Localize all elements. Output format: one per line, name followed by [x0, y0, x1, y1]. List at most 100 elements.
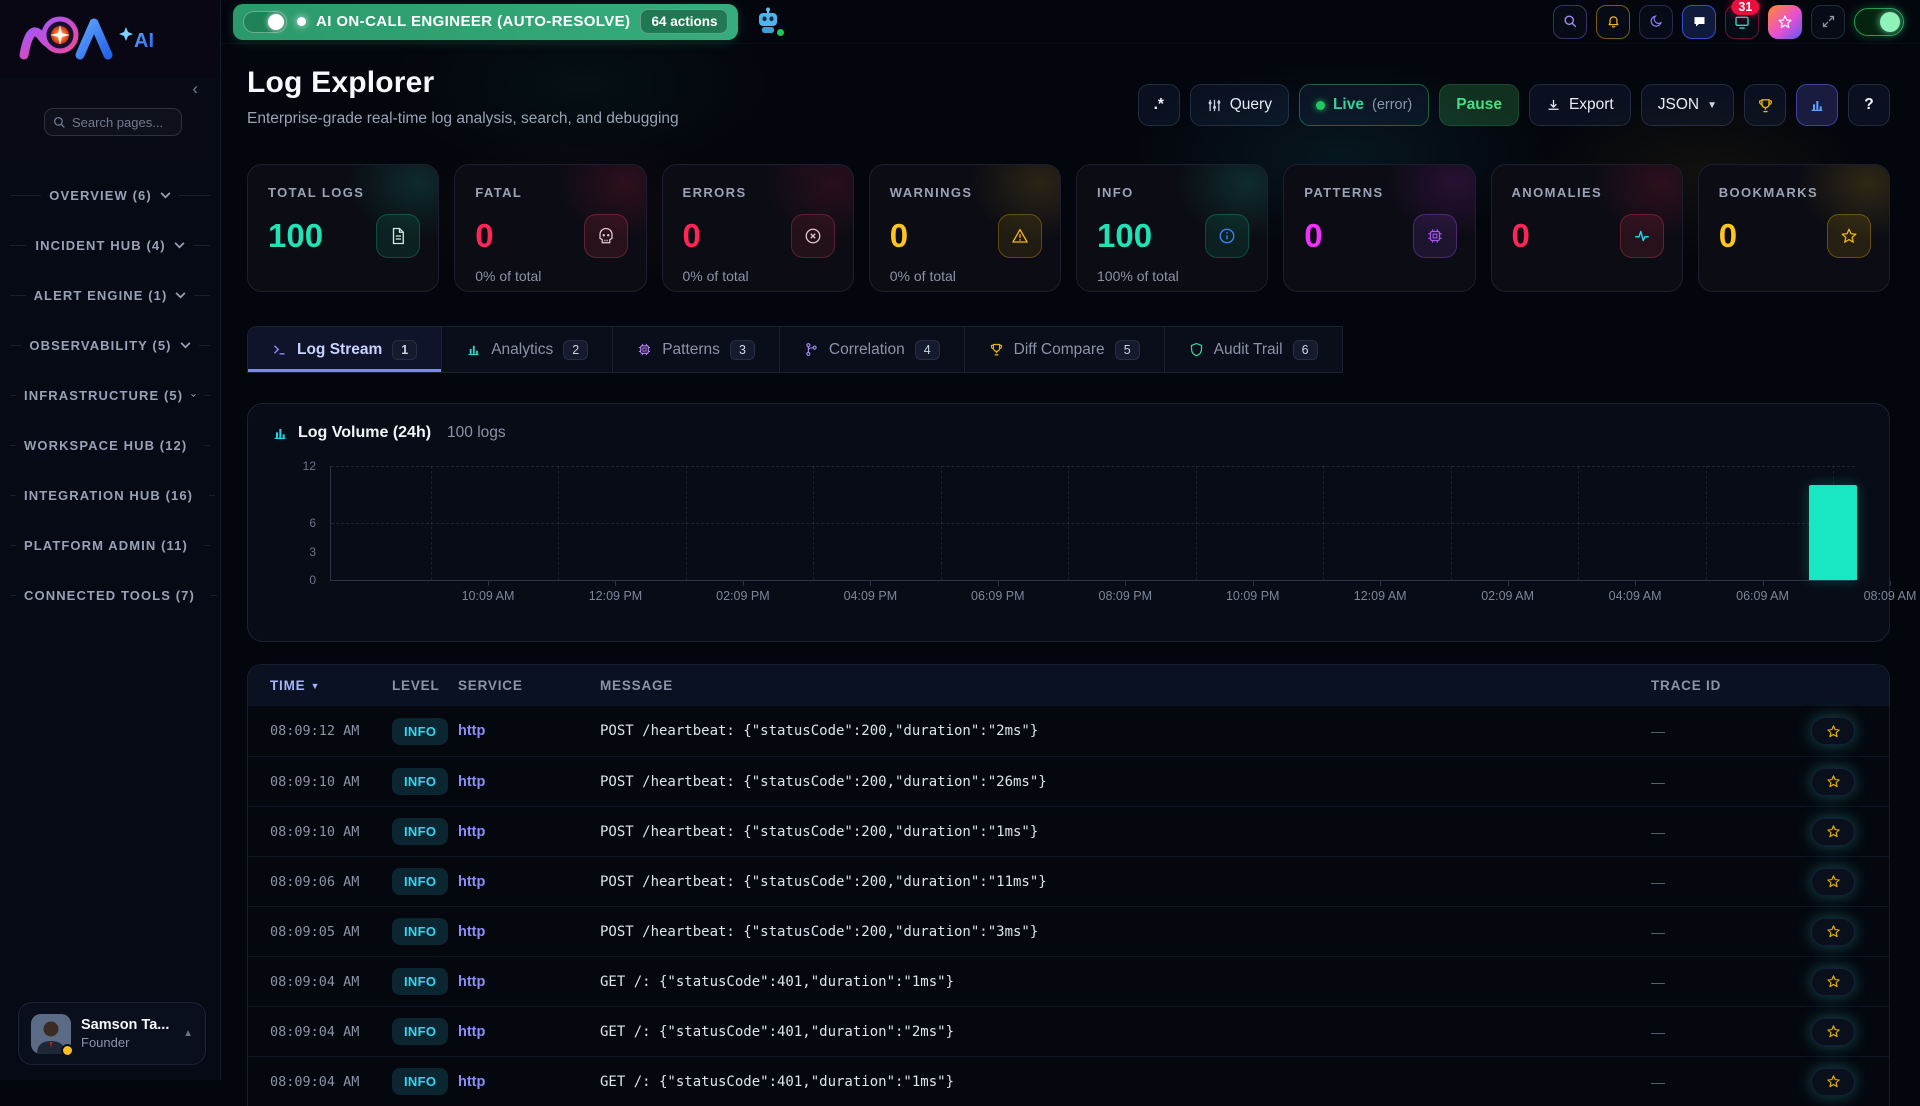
log-service: http — [458, 774, 600, 790]
bell-icon — [1606, 14, 1621, 29]
notifications-button[interactable] — [1596, 5, 1630, 39]
log-service: http — [458, 723, 600, 739]
bar-chart-icon — [466, 342, 481, 357]
bookmark-star-button[interactable] — [1811, 1018, 1855, 1046]
column-header-time[interactable]: TIME ▼ — [270, 678, 392, 693]
sidebar-item-connected-tools[interactable]: CONNECTED TOOLS (7) — [0, 570, 220, 620]
level-badge: INFO — [392, 818, 448, 845]
query-button[interactable]: Query — [1190, 84, 1289, 126]
theme-toggle[interactable] — [1854, 8, 1904, 36]
sidebar-item-incident-hub[interactable]: INCIDENT HUB (4) — [0, 220, 220, 270]
log-trace-id: — — [1651, 1024, 1811, 1040]
table-row[interactable]: 08:09:04 AM INFO http GET /: {"statusCod… — [248, 1056, 1889, 1106]
export-button[interactable]: Export — [1529, 84, 1631, 126]
pause-button[interactable]: Pause — [1439, 84, 1519, 126]
export-format-select[interactable]: JSON ▼ — [1641, 84, 1734, 126]
bookmark-star-button[interactable] — [1811, 1068, 1855, 1096]
table-row[interactable]: 08:09:05 AM INFO http POST /heartbeat: {… — [248, 906, 1889, 956]
tab-analytics[interactable]: Analytics 2 — [442, 326, 613, 373]
log-message: GET /: {"statusCode":401,"duration":"1ms… — [600, 974, 1651, 990]
sidebar-item-integration-hub[interactable]: INTEGRATION HUB (16) — [0, 470, 220, 520]
pulse-icon — [1620, 214, 1664, 258]
search-input[interactable] — [72, 115, 173, 130]
log-message: POST /heartbeat: {"statusCode":200,"dura… — [600, 774, 1651, 790]
stat-label: ERRORS — [683, 185, 835, 200]
bookmark-star-button[interactable] — [1811, 918, 1855, 946]
bookmark-star-button[interactable] — [1811, 818, 1855, 846]
log-service: http — [458, 874, 600, 890]
ai-oncall-banner: AI ON-CALL ENGINEER (AUTO-RESOLVE) 64 ac… — [233, 4, 738, 40]
table-row[interactable]: 08:09:10 AM INFO http POST /heartbeat: {… — [248, 756, 1889, 806]
column-header-service: SERVICE — [458, 678, 600, 693]
stat-value: 0 — [475, 217, 493, 255]
stat-label: TOTAL LOGS — [268, 185, 420, 200]
star-icon — [1826, 924, 1841, 939]
tab-patterns[interactable]: Patterns 3 — [613, 326, 780, 373]
table-row[interactable]: 08:09:10 AM INFO http POST /heartbeat: {… — [248, 806, 1889, 856]
app-logo[interactable]: AI — [0, 0, 220, 78]
global-search-button[interactable] — [1553, 5, 1587, 39]
fullscreen-button[interactable] — [1811, 5, 1845, 39]
ai-oncall-toggle[interactable] — [243, 11, 287, 33]
log-time: 08:09:05 AM — [270, 924, 392, 940]
ai-assistant-button[interactable] — [754, 7, 784, 37]
sidebar-item-workspace-hub[interactable]: WORKSPACE HUB (12) — [0, 420, 220, 470]
sidebar-search[interactable] — [44, 108, 182, 136]
log-trace-id: — — [1651, 974, 1811, 990]
tab-badge: 6 — [1293, 340, 1318, 360]
level-badge: INFO — [392, 1068, 448, 1095]
volume-bar[interactable] — [1809, 485, 1857, 580]
nav-label: PLATFORM ADMIN (11) — [24, 538, 188, 553]
x-tick-label: 10:09 AM — [462, 589, 515, 603]
x-tick-label: 08:09 AM — [1864, 589, 1917, 603]
log-service: http — [458, 824, 600, 840]
stat-value: 0 — [1512, 217, 1530, 255]
page-subtitle: Enterprise-grade real-time log analysis,… — [247, 110, 679, 128]
y-tick-label: 0 — [309, 573, 316, 587]
shield-icon — [1189, 342, 1204, 357]
help-button[interactable]: ? — [1848, 84, 1890, 126]
trophy-icon — [1757, 97, 1774, 114]
user-card[interactable]: Samson Ta... Founder ▲ — [18, 1002, 206, 1065]
bookmark-star-button[interactable] — [1811, 768, 1855, 796]
log-message: POST /heartbeat: {"statusCode":200,"dura… — [600, 924, 1651, 940]
table-row[interactable]: 08:09:06 AM INFO http POST /heartbeat: {… — [248, 856, 1889, 906]
bookmark-star-button[interactable] — [1811, 968, 1855, 996]
bookmark-star-button[interactable] — [1811, 868, 1855, 896]
noa-ai-logo-icon: AI — [14, 11, 164, 67]
tab-log-stream[interactable]: Log Stream 1 — [247, 326, 442, 373]
nav-label: ALERT ENGINE (1) — [34, 288, 168, 303]
chart-yaxis: 03612 — [272, 466, 320, 581]
moon-icon — [1649, 14, 1664, 29]
stat-card-errors: ERRORS 0 0% of total — [662, 164, 854, 292]
achievements-button[interactable] — [1744, 84, 1786, 126]
live-status-button[interactable]: Live (error) — [1299, 84, 1429, 126]
sidebar-item-infrastructure[interactable]: INFRASTRUCTURE (5) — [0, 370, 220, 420]
bookmark-star-button[interactable] — [1811, 717, 1855, 745]
sidebar-item-observability[interactable]: OBSERVABILITY (5) — [0, 320, 220, 370]
regex-toggle-button[interactable]: .* — [1138, 84, 1180, 126]
grid-line — [331, 523, 1855, 524]
chart-count-label: 100 logs — [447, 424, 506, 442]
table-row[interactable]: 08:09:12 AM INFO http POST /heartbeat: {… — [248, 706, 1889, 756]
stat-label: INFO — [1097, 185, 1249, 200]
x-circle-icon — [791, 214, 835, 258]
sidebar-collapse-button[interactable]: ‹ — [0, 78, 220, 98]
main-content: Log Explorer Enterprise-grade real-time … — [221, 44, 1920, 1080]
table-row[interactable]: 08:09:04 AM INFO http GET /: {"statusCod… — [248, 956, 1889, 1006]
monitor-button[interactable]: 31 — [1725, 5, 1759, 39]
y-tick-label: 12 — [303, 459, 316, 473]
table-row[interactable]: 08:09:04 AM INFO http GET /: {"statusCod… — [248, 1006, 1889, 1056]
log-message: POST /heartbeat: {"statusCode":200,"dura… — [600, 723, 1651, 739]
favorites-button[interactable] — [1768, 5, 1802, 39]
chat-button[interactable] — [1682, 5, 1716, 39]
chart-view-button[interactable] — [1796, 84, 1838, 126]
sidebar-item-alert-engine[interactable]: ALERT ENGINE (1) — [0, 270, 220, 320]
chevron-down-icon — [191, 392, 196, 399]
tab-correlation[interactable]: Correlation 4 — [780, 326, 965, 373]
sidebar-item-platform-admin[interactable]: PLATFORM ADMIN (11) — [0, 520, 220, 570]
dark-mode-button[interactable] — [1639, 5, 1673, 39]
tab-audit-trail[interactable]: Audit Trail 6 — [1165, 326, 1343, 373]
sidebar-item-overview[interactable]: OVERVIEW (6) — [0, 170, 220, 220]
tab-diff-compare[interactable]: Diff Compare 5 — [965, 326, 1165, 373]
